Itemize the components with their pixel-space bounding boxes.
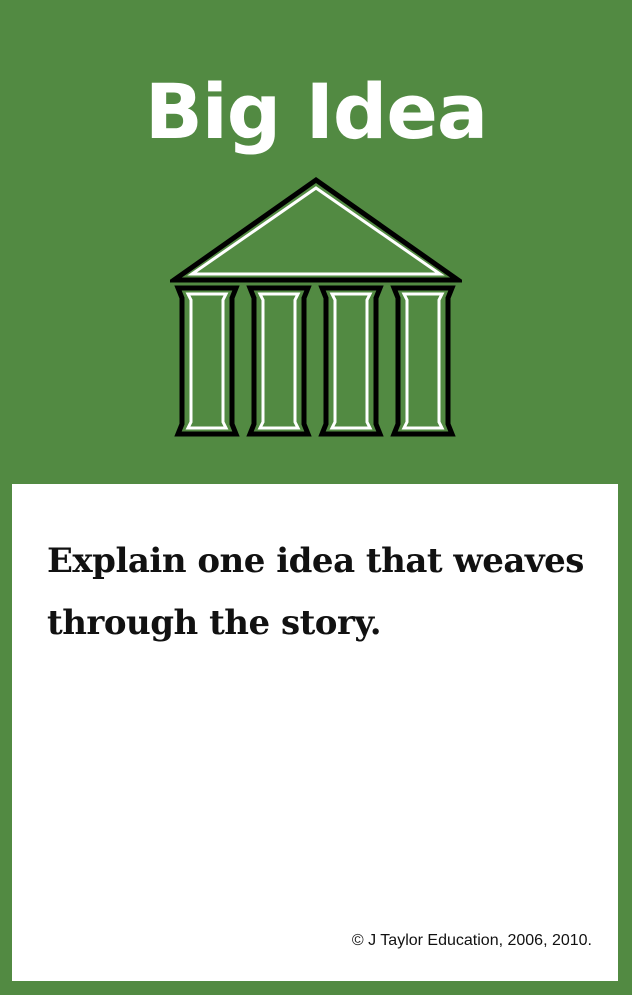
prompt-text: Explain one idea that weaves through the… [47, 541, 584, 643]
prompt-panel: Explain one idea that weaves through the… [12, 484, 618, 981]
copyright-text: © J Taylor Education, 2006, 2010. [351, 932, 592, 949]
card-title: Big Idea [144, 67, 488, 156]
temple-column-3 [318, 285, 384, 437]
big-idea-card: Big Idea Explain one idea that weaves th… [0, 0, 632, 995]
temple-icon [170, 176, 462, 437]
temple-column-1 [174, 285, 240, 437]
temple-column-2 [246, 285, 312, 437]
temple-column-4 [390, 285, 456, 437]
